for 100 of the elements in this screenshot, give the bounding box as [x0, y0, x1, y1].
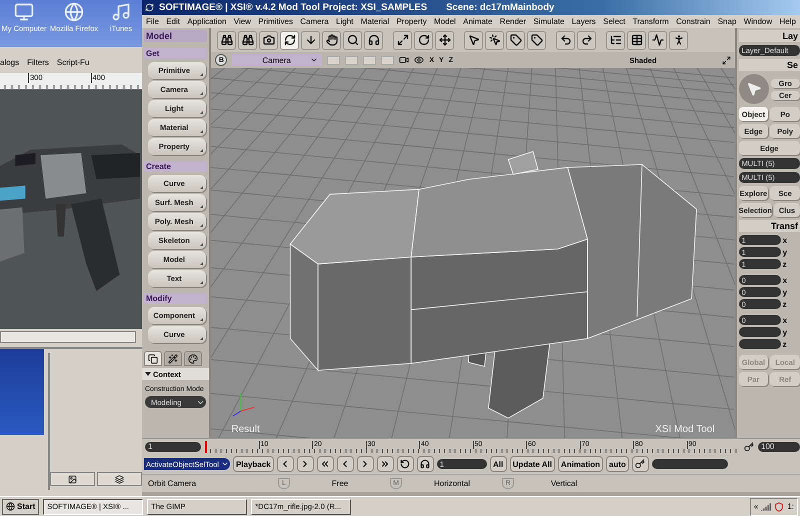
select-tool-button[interactable] — [738, 74, 769, 104]
menu-item[interactable]: Layers — [572, 17, 596, 26]
dock-button[interactable] — [97, 472, 142, 486]
axis-label: y — [782, 328, 788, 336]
auto-button[interactable]: auto — [606, 456, 629, 472]
menu-item[interactable]: Camera — [300, 17, 329, 26]
menu-item[interactable]: Animate — [463, 17, 492, 26]
toolbar-button[interactable] — [343, 30, 362, 50]
menu-item[interactable]: File — [146, 17, 159, 26]
menu-item[interactable]: Model — [434, 17, 456, 26]
axis-label: x — [782, 316, 788, 324]
menu-item[interactable]: Window — [744, 17, 772, 26]
double-chevron-left-icon — [320, 459, 330, 469]
binoculars-icon — [220, 34, 233, 46]
toolbar-button[interactable] — [364, 30, 384, 50]
menu-item[interactable]: Transform — [632, 17, 669, 26]
music-note-icon[interactable] — [111, 2, 131, 22]
current-frame-marker[interactable] — [205, 440, 207, 452]
start-frame-field[interactable]: 1 — [145, 442, 201, 452]
caret-icon — [220, 460, 229, 468]
end-frame-field[interactable]: 100 — [758, 442, 800, 452]
transport-button[interactable] — [316, 456, 334, 472]
frame-field[interactable]: 1 — [436, 459, 487, 469]
viewport-brand: XSI Mod Tool — [655, 424, 715, 435]
menu-item[interactable]: Constrain — [676, 17, 710, 26]
camera-icon[interactable] — [399, 55, 410, 65]
axis-label: z — [782, 260, 787, 268]
dock-button[interactable] — [50, 472, 95, 486]
transport-button[interactable] — [396, 456, 414, 472]
panel-tab[interactable] — [144, 351, 162, 366]
transport-button[interactable] — [376, 456, 394, 472]
panel-tab[interactable] — [184, 351, 202, 366]
animation-button[interactable]: Animation — [558, 456, 604, 472]
menu-item[interactable]: Render — [500, 17, 526, 26]
toolbar-button[interactable] — [301, 30, 320, 50]
toolbar-button[interactable] — [485, 30, 504, 50]
menu-item[interactable]: Edit — [166, 17, 180, 26]
globe-icon[interactable] — [64, 2, 84, 22]
toolbar-button[interactable] — [464, 30, 484, 50]
computer-icon[interactable] — [14, 2, 34, 22]
shield-icon[interactable] — [774, 502, 784, 512]
playback-button[interactable]: Playback — [232, 456, 274, 472]
key-button[interactable] — [632, 456, 649, 472]
toolbar-button[interactable] — [627, 30, 646, 50]
signal-icon[interactable] — [761, 502, 772, 512]
eye-icon[interactable] — [414, 55, 424, 65]
menu-item[interactable]: Filters — [27, 58, 49, 66]
rotate-icon — [418, 34, 430, 46]
panel-title: Transf — [738, 220, 800, 232]
toolbar-button[interactable] — [259, 30, 278, 50]
menu-item[interactable]: Simulate — [533, 17, 564, 26]
axis-label: z — [782, 340, 787, 348]
value-field[interactable] — [738, 339, 781, 349]
camera-dropdown[interactable]: Camera — [232, 54, 322, 66]
menu-item[interactable]: Light — [336, 17, 354, 26]
viewport-label: Result — [231, 424, 260, 435]
menu-item[interactable]: Script-Fu — [56, 58, 90, 66]
menu-item[interactable]: Property — [396, 17, 427, 26]
menu-item[interactable]: Application — [187, 17, 226, 26]
frame-icon — [396, 34, 409, 46]
menu-item[interactable]: Help — [779, 17, 796, 26]
toolbar-button[interactable] — [577, 30, 596, 50]
all-button[interactable]: All — [490, 456, 507, 472]
toolbar-button[interactable] — [556, 30, 576, 50]
toolbar-button[interactable] — [648, 30, 668, 50]
axis-label: y — [782, 248, 788, 256]
menu-item[interactable]: alogs — [0, 58, 20, 66]
toolbar-button[interactable] — [669, 30, 688, 50]
toolbar-button[interactable] — [414, 30, 434, 50]
toolbar-button[interactable] — [280, 30, 300, 50]
toolbar-button[interactable] — [527, 30, 546, 50]
caret-icon — [310, 56, 318, 64]
menu-item[interactable]: View — [234, 17, 251, 26]
toolbar-button[interactable] — [238, 30, 258, 50]
clock: 1: — [787, 502, 794, 511]
tray-expand[interactable]: « — [754, 502, 758, 511]
value-field[interactable] — [738, 327, 781, 337]
key-field[interactable] — [652, 459, 728, 469]
binoculars-icon — [242, 34, 254, 46]
start-button[interactable]: Start — [2, 498, 40, 514]
double-chevron-right-icon — [380, 459, 390, 469]
tree-icon — [610, 34, 622, 46]
maximize-icon[interactable] — [722, 56, 731, 64]
panel-tab[interactable] — [164, 351, 182, 366]
scrollbar[interactable] — [0, 331, 136, 343]
section-title: Modify — [144, 293, 208, 304]
update-all-button[interactable]: Update All — [510, 456, 555, 472]
toolbar-button[interactable] — [393, 30, 412, 50]
menu-item[interactable]: Select — [603, 17, 626, 26]
layers-icon — [115, 474, 124, 484]
toolbar-button[interactable] — [606, 30, 626, 50]
menu-item[interactable]: Material — [360, 17, 390, 26]
menu-item[interactable]: Snap — [718, 17, 736, 26]
toolbar-button[interactable] — [506, 30, 526, 50]
menu-item[interactable]: Primitives — [258, 17, 293, 26]
transport-button[interactable] — [416, 456, 434, 472]
axis-label: x — [782, 276, 788, 284]
toolbar-button[interactable] — [217, 30, 236, 50]
toolbar-button[interactable] — [435, 30, 454, 50]
toolbar-button[interactable] — [322, 30, 342, 50]
